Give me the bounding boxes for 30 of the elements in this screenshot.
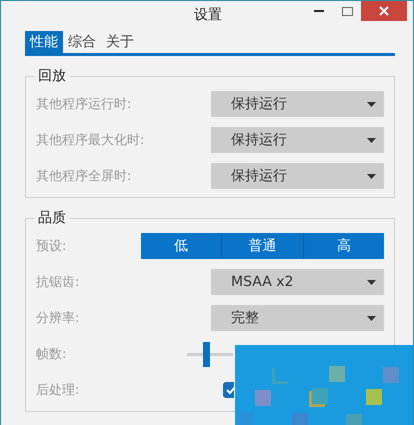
close-button[interactable] bbox=[361, 1, 407, 21]
close-icon bbox=[379, 6, 389, 16]
dropdown[interactable]: 完整 bbox=[211, 305, 384, 331]
setting-label: 预设: bbox=[36, 238, 66, 255]
preset-button[interactable]: 高 bbox=[302, 233, 384, 259]
dropdown[interactable]: MSAA x2 bbox=[211, 269, 384, 295]
setting-label: 抗锯齿: bbox=[36, 274, 80, 291]
tab[interactable]: 综合 bbox=[63, 31, 101, 53]
preset-button[interactable]: 普通 bbox=[221, 233, 303, 259]
caret-icon bbox=[367, 316, 376, 320]
setting-label: 帧数: bbox=[36, 346, 66, 363]
caret-icon bbox=[367, 102, 376, 106]
setting-label: 后处理: bbox=[36, 382, 80, 399]
caret-icon bbox=[367, 280, 376, 284]
dropdown[interactable]: 保持运行 bbox=[211, 91, 384, 117]
preset-button[interactable]: 低 bbox=[141, 233, 222, 259]
tab[interactable]: 性能 bbox=[25, 31, 63, 53]
group-title: 品质 bbox=[34, 209, 70, 227]
setting-label: 其他程序最大化时: bbox=[36, 132, 144, 149]
dropdown[interactable]: 保持运行 bbox=[211, 163, 384, 189]
dropdown[interactable]: 保持运行 bbox=[211, 127, 384, 153]
setting-label: 分辨率: bbox=[36, 310, 80, 327]
caret-icon bbox=[367, 174, 376, 178]
tab[interactable]: 关于 bbox=[101, 31, 139, 53]
group-title: 回放 bbox=[34, 67, 70, 85]
setting-label: 其他程序全屏时: bbox=[36, 168, 132, 185]
caret-icon bbox=[367, 138, 376, 142]
window-title: 设置 bbox=[193, 6, 223, 24]
setting-label: 其他程序运行时: bbox=[36, 96, 132, 113]
checkbox[interactable] bbox=[223, 382, 234, 398]
